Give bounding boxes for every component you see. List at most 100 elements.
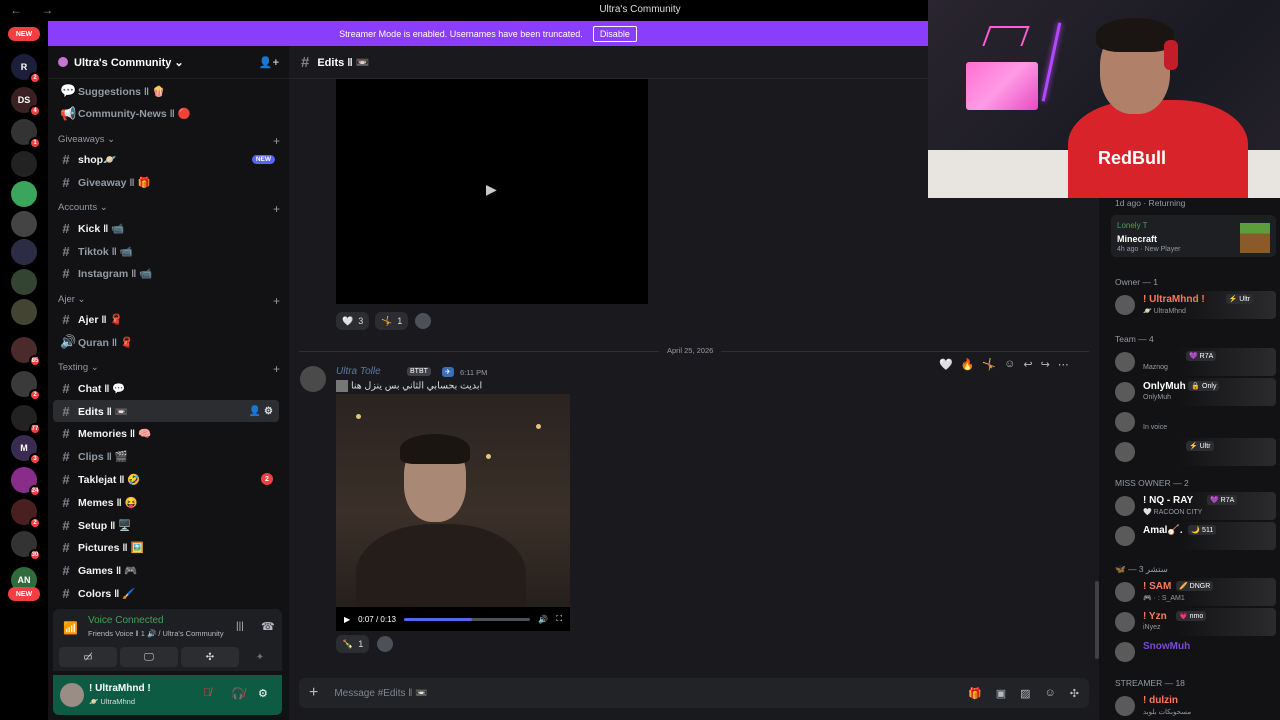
server-icon[interactable]: [11, 211, 37, 237]
video-attachment[interactable]: ▶ 0:07 / 0:13 🔊 ⛶: [336, 394, 570, 631]
create-channel-icon[interactable]: +: [273, 202, 280, 216]
category-header[interactable]: Ajer ⌄ +: [58, 294, 284, 308]
channel-item[interactable]: # Taklejat ‖ 🤣 2: [53, 468, 279, 490]
create-channel-icon[interactable]: +: [273, 362, 280, 376]
fire-icon[interactable]: 🔥: [961, 358, 975, 371]
channel-item[interactable]: # Edits ‖ 📼 👤 ⚙: [53, 400, 279, 422]
channel-item[interactable]: # Setup ‖ 🖥️: [53, 514, 279, 536]
more-icon[interactable]: ⋯: [1058, 358, 1069, 371]
category-header[interactable]: Texting ⌄ +: [58, 362, 284, 376]
avatar[interactable]: [60, 683, 84, 707]
server-icon[interactable]: [11, 239, 37, 265]
channel-item[interactable]: # Tiktok ‖ 📹: [53, 240, 279, 262]
server-icon[interactable]: 1: [11, 119, 41, 149]
user-name[interactable]: ! UltraMhnd !: [89, 683, 151, 694]
gif-icon[interactable]: ▣: [996, 687, 1006, 700]
heart-icon[interactable]: 🤍: [939, 358, 953, 371]
message-author[interactable]: Ultra Tolle: [336, 366, 381, 377]
server-icon[interactable]: 30: [11, 531, 41, 561]
member-item[interactable]: ! Yzn 💗 nmo iNyez: [1111, 608, 1276, 636]
add-reaction-button[interactable]: [377, 636, 393, 652]
member-item[interactable]: ⚡ Ultr: [1111, 438, 1276, 466]
server-icon[interactable]: [11, 181, 37, 207]
new-servers-pill[interactable]: NEW: [8, 27, 40, 41]
new-servers-pill[interactable]: NEW: [8, 587, 40, 601]
category-header[interactable]: Accounts ⌄ +: [58, 202, 284, 216]
member-item[interactable]: ! UltraMhnd ! ⚡ Ultr 🪐 UltraMhnd: [1111, 291, 1276, 319]
add-reaction-button[interactable]: [415, 313, 431, 329]
create-channel-icon[interactable]: +: [273, 294, 280, 308]
reaction-heart[interactable]: 🤍 3: [336, 312, 370, 330]
server-icon[interactable]: DS 4: [11, 87, 41, 117]
server-icon[interactable]: 77: [11, 405, 41, 435]
member-item[interactable]: ! dulzin مسحوبكات بلوبد: [1111, 692, 1276, 720]
invite-icon[interactable]: 👤+: [259, 56, 279, 69]
emoji-gif-icon[interactable]: 🤸: [982, 358, 996, 371]
member-item[interactable]: OnlyMuh 🔒 Only OnlyMuh: [1111, 378, 1276, 406]
play-icon[interactable]: ▶: [486, 181, 497, 198]
fullscreen-icon[interactable]: ⛶: [556, 614, 562, 624]
channel-settings-icons[interactable]: 👤 ⚙: [249, 406, 273, 417]
activities-button[interactable]: ✣: [181, 647, 239, 667]
channel-item[interactable]: 📢 Community-News ‖ 🔴: [53, 103, 279, 125]
screen-share-button[interactable]: 🖵: [120, 647, 178, 667]
disconnect-icon[interactable]: ☎: [261, 620, 275, 633]
server-icon[interactable]: [11, 299, 37, 325]
server-tag[interactable]: BTBT: [407, 367, 431, 376]
server-icon[interactable]: 2: [11, 499, 41, 529]
channel-item[interactable]: # Ajer ‖ 🧣: [53, 309, 279, 331]
server-icon[interactable]: M3: [11, 435, 41, 465]
play-icon[interactable]: ▶: [344, 615, 350, 624]
message-input[interactable]: Message #Edits ‖ 📼: [334, 688, 427, 699]
deafen-icon[interactable]: 🎧̸: [231, 687, 245, 700]
disable-button[interactable]: Disable: [592, 25, 637, 42]
channel-item[interactable]: # Kick ‖ 📹: [53, 217, 279, 239]
add-reaction-icon[interactable]: ☺: [1004, 358, 1015, 370]
reaction-gif[interactable]: 🤸 1: [375, 312, 409, 330]
reply-icon[interactable]: ↩: [1023, 358, 1032, 371]
category-header[interactable]: Giveaways ⌄ +: [58, 134, 284, 148]
add-attachment-button[interactable]: +: [309, 684, 318, 702]
server-icon[interactable]: 85: [11, 337, 41, 367]
server-icon[interactable]: [11, 151, 37, 177]
emoji-icon[interactable]: ☺: [1045, 687, 1056, 700]
member-item[interactable]: SnowMuh: [1111, 638, 1276, 666]
soundboard-icon[interactable]: |||: [236, 621, 244, 632]
sticker-icon[interactable]: ▨: [1020, 687, 1030, 700]
gear-icon[interactable]: ⚙: [258, 687, 268, 700]
member-item[interactable]: 💜 R7A Maznog: [1111, 348, 1276, 376]
channel-item[interactable]: # Colors ‖ 🖌️: [53, 582, 279, 604]
video-progress[interactable]: [403, 617, 531, 621]
channel-item[interactable]: # Instagram ‖ 📹: [53, 263, 279, 285]
member-item[interactable]: In voice: [1111, 408, 1276, 436]
create-channel-icon[interactable]: +: [273, 134, 280, 148]
volume-icon[interactable]: 🔊: [538, 615, 548, 624]
server-icon[interactable]: R2: [11, 54, 41, 84]
message-avatar[interactable]: [300, 366, 326, 392]
camera-off-button[interactable]: ▭̸: [59, 647, 117, 667]
forward-icon[interactable]: ↪: [1041, 358, 1050, 371]
channel-item[interactable]: # Chat ‖ 💬: [53, 377, 279, 399]
video-player[interactable]: ▶: [336, 79, 648, 304]
reaction-bottle[interactable]: 🍾 1: [336, 635, 370, 653]
channel-item[interactable]: # Giveaway ‖ 🎁: [53, 171, 279, 193]
member-item[interactable]: ! SAM 🥖 DNGR 🎮 · : S_AM1: [1111, 578, 1276, 606]
member-item[interactable]: ! NQ - RAY 💜 R7A 🤍 RACOON CITY: [1111, 492, 1276, 520]
channel-item[interactable]: # Games ‖ 🎮: [53, 560, 279, 582]
member-item[interactable]: Amal🪕. 🌙 511: [1111, 522, 1276, 550]
server-icon[interactable]: 24: [11, 467, 41, 497]
activity-card[interactable]: Lonely T Minecraft 4h ago · New Player: [1111, 215, 1276, 257]
apps-icon[interactable]: ✣: [1070, 687, 1079, 700]
gift-icon[interactable]: 🎁: [968, 687, 982, 700]
mic-muted-icon[interactable]: 🎙̸: [203, 687, 211, 699]
channel-item[interactable]: # Pictures ‖ 🖼️: [53, 537, 279, 559]
channel-item[interactable]: # Clips ‖ 🎬: [53, 446, 279, 468]
channel-item[interactable]: # Memories ‖ 🧠: [53, 423, 279, 445]
channel-item[interactable]: 🔊 Quran ‖ 🧣: [53, 331, 279, 353]
server-icon[interactable]: [11, 269, 37, 295]
channel-item[interactable]: 💬 Suggestions ‖ 🍿: [53, 80, 279, 102]
voice-status[interactable]: Voice Connected: [88, 615, 164, 626]
channel-item[interactable]: # Memes ‖ 😝: [53, 491, 279, 513]
guild-header[interactable]: Ultra's Community ⌄ 👤+: [48, 46, 289, 79]
server-icon[interactable]: 2: [11, 371, 41, 401]
